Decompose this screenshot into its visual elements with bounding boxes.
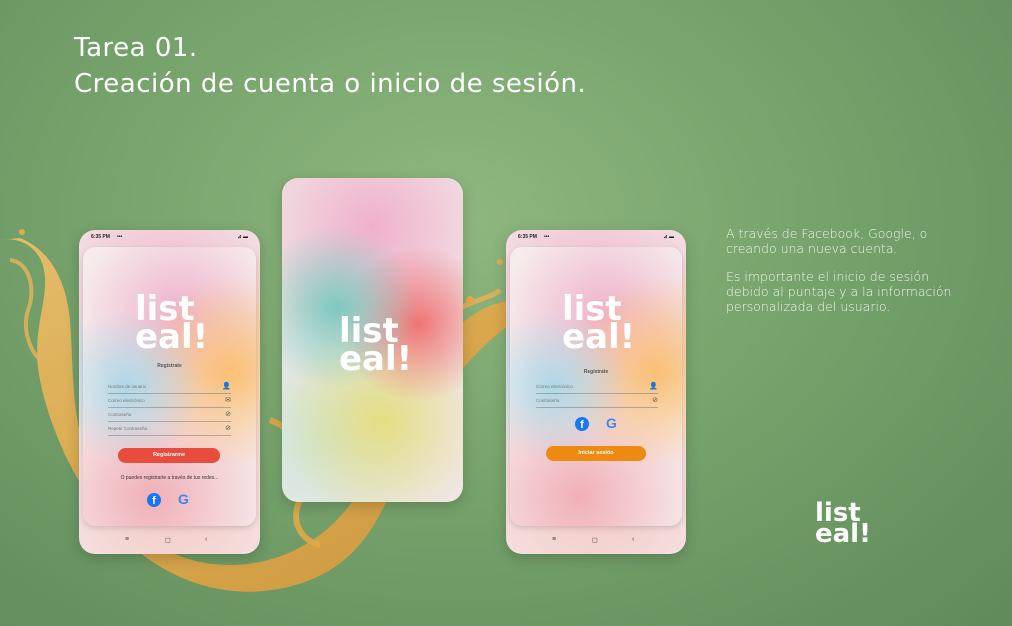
facebook-login-button[interactable]: f [147, 493, 161, 507]
user-icon: 👤 [649, 383, 658, 390]
listeal-logo: list eal! [339, 314, 413, 379]
user-icon: 👤 [222, 383, 231, 390]
facebook-login-button[interactable]: f [575, 417, 589, 431]
description-paragraph-1: A través de Facebook, Google, o creando … [726, 226, 928, 256]
system-nav-bar: ≡ ◻ ‹ [79, 536, 260, 548]
menu-icon[interactable]: ≡ [125, 536, 129, 543]
system-nav-bar: ≡ ◻ ‹ [506, 536, 686, 548]
mail-icon: ✉ [225, 397, 231, 404]
google-login-button[interactable]: G [606, 415, 617, 431]
eye-off-icon[interactable]: ⊘ [225, 424, 231, 432]
description-paragraph-2: Es importante el inicio de sesión debido… [726, 269, 952, 314]
repeat-password-field[interactable]: Repetir Contraseña ⊘ [108, 423, 231, 436]
login-card: list eal! Regístrate Correo electrónico … [510, 247, 682, 526]
corner-logo-line-2: eal! [815, 519, 871, 550]
register-card: list eal! Regístrate Nombre de usuario 👤… [83, 247, 256, 526]
email-placeholder: Correo electrónico [536, 384, 573, 389]
slide-description: A través de Facebook, Google, o creando … [726, 226, 966, 327]
menu-icon[interactable]: ≡ [552, 536, 556, 543]
status-dots: ••• [117, 234, 123, 240]
register-heading: Regístrate [157, 363, 182, 369]
password-placeholder: Contraseña [536, 398, 560, 403]
password-field[interactable]: Contraseña ⊘ [536, 395, 658, 408]
status-bar: 6:35 PM ••• ⊿ ▬ [91, 234, 248, 244]
username-placeholder: Nombre de usuario [108, 384, 147, 389]
phone-splash-screen: list eal! [282, 178, 463, 502]
status-dots: ••• [544, 234, 550, 240]
social-register-text: O puedes registrarte a través de tus red… [120, 475, 219, 481]
status-bar: 6:35 PM ••• ⊿ ▬ [518, 234, 674, 244]
back-icon[interactable]: ‹ [632, 536, 634, 543]
back-icon[interactable]: ‹ [205, 536, 207, 543]
logo-line-2: eal! [339, 338, 413, 379]
eye-off-icon[interactable]: ⊘ [225, 410, 231, 418]
signal-battery-icon: ⊿ ▬ [663, 234, 674, 240]
login-button[interactable]: Iniciar sesión [546, 446, 646, 461]
listeal-logo: list eal! [135, 292, 209, 357]
listeal-logo: list eal! [562, 292, 636, 357]
email-field[interactable]: Correo electrónico ✉ [108, 395, 231, 408]
logo-line-2: eal! [562, 316, 636, 357]
phone-register-screen: 6:35 PM ••• ⊿ ▬ list eal! Regístrate Nom… [79, 230, 260, 554]
title-line-2: Creación de cuenta o inicio de sesión. [74, 69, 587, 99]
title-line-1: Tarea 01. [74, 33, 198, 63]
register-button[interactable]: Registrarme [118, 448, 220, 463]
eye-off-icon[interactable]: ⊘ [652, 396, 658, 404]
password-placeholder: Contraseña [108, 412, 132, 417]
home-icon[interactable]: ◻ [592, 536, 598, 544]
listeal-corner-logo: list eal! [815, 500, 871, 550]
username-field[interactable]: Nombre de usuario 👤 [108, 381, 231, 394]
email-field[interactable]: Correo electrónico 👤 [536, 381, 658, 394]
repeat-password-placeholder: Repetir Contraseña [108, 426, 148, 431]
login-heading: Regístrate [583, 369, 609, 375]
status-time: 6:35 PM [518, 234, 537, 240]
slide-title: Tarea 01. Creación de cuenta o inicio de… [74, 30, 586, 102]
signal-battery-icon: ⊿ ▬ [237, 234, 248, 240]
password-field[interactable]: Contraseña ⊘ [108, 409, 231, 422]
phone-login-screen: 6:35 PM ••• ⊿ ▬ list eal! Regístrate Cor… [506, 230, 686, 554]
home-icon[interactable]: ◻ [165, 536, 171, 544]
status-time: 6:35 PM [91, 234, 110, 240]
google-login-button[interactable]: G [178, 491, 189, 507]
email-placeholder: Correo electrónico [108, 398, 145, 403]
logo-line-2: eal! [135, 316, 209, 357]
